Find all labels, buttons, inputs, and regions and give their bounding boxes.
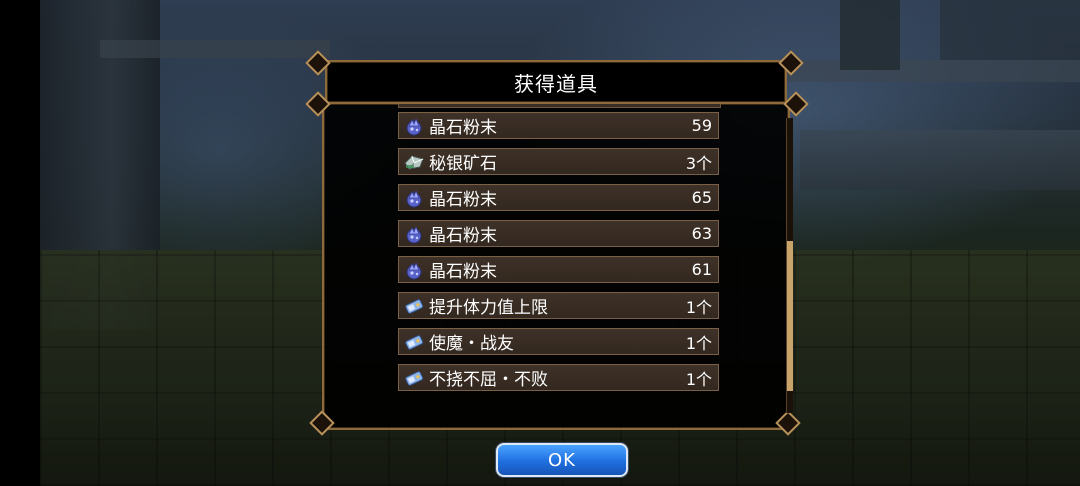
- crystal-powder-icon: [403, 259, 425, 281]
- ticket-icon: [403, 367, 425, 389]
- list-item-partial: [398, 104, 721, 108]
- background-beam: [100, 40, 330, 58]
- item-name: 提升体力值上限: [429, 298, 548, 318]
- item-name: 使魔・战友: [429, 334, 514, 354]
- item-quantity: 1个: [685, 369, 712, 389]
- background-wall: [800, 130, 1080, 190]
- item-quantity: 1个: [685, 297, 712, 317]
- item-name: 晶石粉末: [429, 226, 497, 246]
- list-item[interactable]: 晶石粉末 63: [398, 220, 719, 247]
- item-quantity: 63: [691, 224, 712, 243]
- item-quantity: 1个: [685, 333, 712, 353]
- item-name: 晶石粉末: [429, 118, 497, 138]
- list-item[interactable]: 晶石粉末 61: [398, 256, 719, 283]
- item-name: 不挠不屈・不败: [429, 370, 548, 390]
- item-quantity: 59: [691, 116, 712, 135]
- item-quantity: 61: [691, 260, 712, 279]
- screen-bezel: [0, 0, 40, 486]
- background-tower: [840, 0, 900, 70]
- list-item[interactable]: 晶石粉末 65: [398, 184, 719, 211]
- background-tower: [940, 0, 1080, 60]
- list-item[interactable]: 晶石粉末 59: [398, 112, 719, 139]
- item-name: 晶石粉末: [429, 262, 497, 282]
- ok-button[interactable]: OK: [496, 443, 628, 477]
- item-name: 秘银矿石: [429, 154, 497, 174]
- ticket-icon: [403, 295, 425, 317]
- list-item[interactable]: 秘银矿石 3个: [398, 148, 719, 175]
- list-item[interactable]: 不挠不屈・不败 1个: [398, 364, 719, 391]
- crystal-powder-icon: [403, 187, 425, 209]
- obtained-items-list[interactable]: 晶石粉末 59 秘银矿石 3个 晶石粉末 65 晶石粉末 63 晶石粉末 61 提升体力值上限 1个使…: [398, 104, 723, 394]
- list-item[interactable]: 提升体力值上限 1个: [398, 292, 719, 319]
- background-beam: [760, 60, 1080, 82]
- list-item[interactable]: 使魔・战友 1个: [398, 328, 719, 355]
- scrollbar-thumb[interactable]: [787, 241, 793, 391]
- item-quantity: 65: [691, 188, 712, 207]
- item-name: 晶石粉末: [429, 190, 497, 210]
- ticket-icon: [403, 331, 425, 353]
- dialog-title-bar: 获得道具: [325, 60, 787, 104]
- crystal-powder-icon: [403, 115, 425, 137]
- item-quantity: 3个: [685, 153, 712, 173]
- list-scrollbar[interactable]: [786, 118, 793, 413]
- dialog-title: 获得道具: [514, 71, 598, 96]
- crystal-powder-icon: [403, 223, 425, 245]
- mithril-ore-icon: [403, 151, 425, 173]
